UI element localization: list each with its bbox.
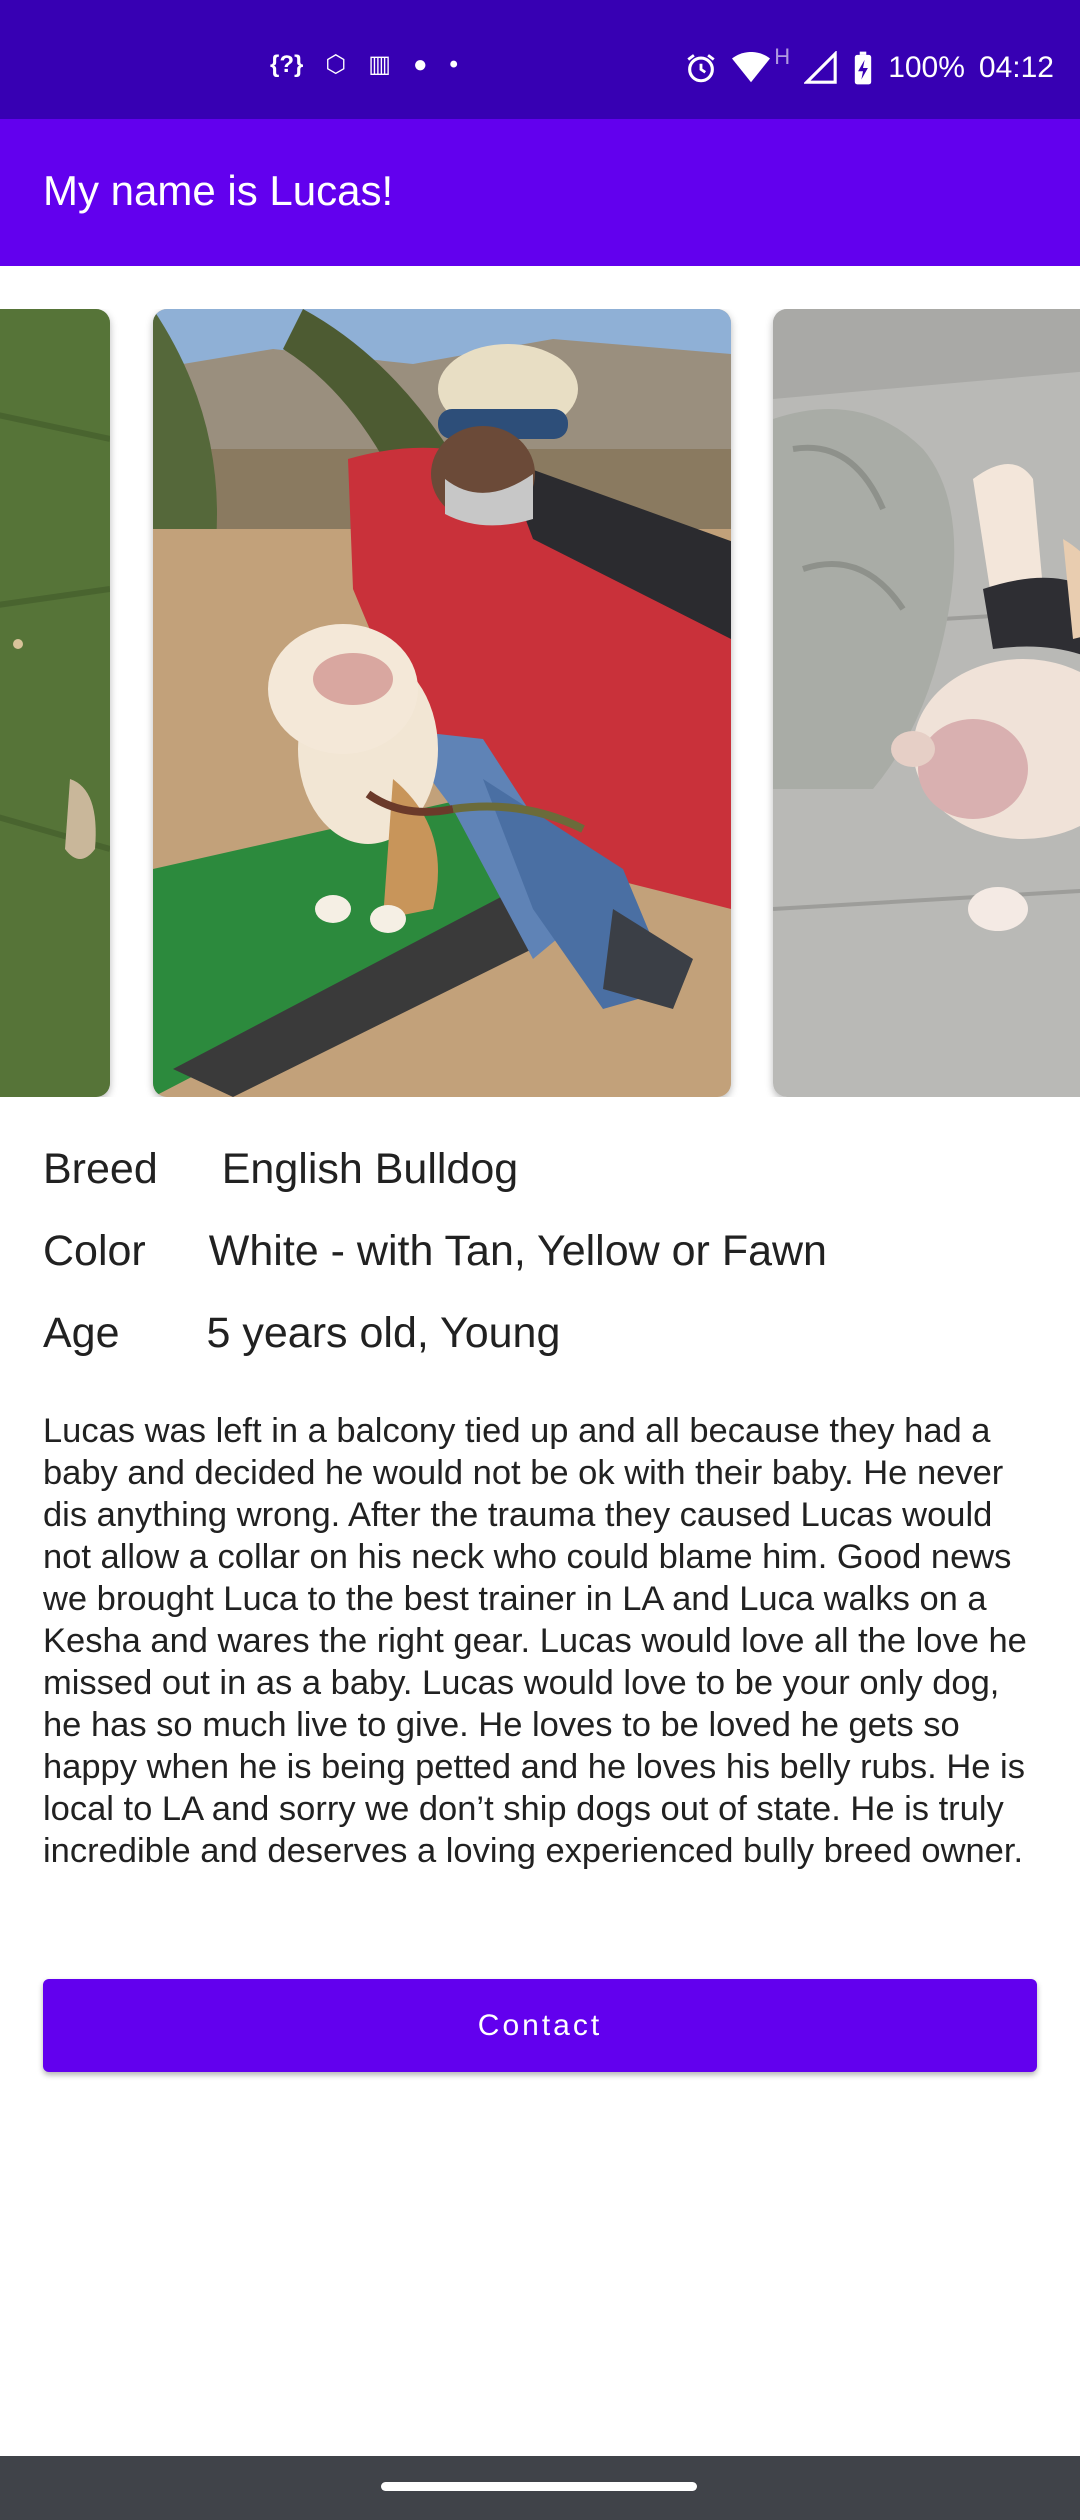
breed-label: Breed — [43, 1145, 158, 1193]
clock: 04:12 — [978, 51, 1054, 84]
man-with-bulldog-photo — [153, 309, 731, 1097]
pet-description: Lucas was left in a balcony tied up and … — [43, 1412, 1027, 1870]
system-icons: H 100% 04:12 — [684, 44, 1054, 86]
more-notifications-dot-icon: • — [449, 50, 458, 78]
bulldog-on-grass-photo — [0, 309, 110, 1097]
breed-value: English Bulldog — [221, 1145, 519, 1193]
home-gesture-handle[interactable] — [381, 2482, 697, 2491]
circle-app-icon: ● — [412, 50, 428, 78]
battery-percentage: 100% — [888, 51, 965, 84]
unknown-app-icon: {?} — [270, 50, 304, 78]
cell-signal-icon — [804, 51, 837, 84]
notification-icons: {?} ⬡ ▥ ● • — [270, 50, 458, 79]
wifi-icon — [732, 52, 771, 83]
carousel-image-next[interactable] — [773, 309, 1080, 1097]
age-value: 5 years old, Young — [206, 1309, 561, 1357]
carousel-image-current[interactable] — [153, 309, 731, 1097]
color-row: Color White - with Tan, Yellow or Fawn — [43, 1227, 827, 1276]
alarm-icon — [687, 54, 715, 83]
carousel-image-previous[interactable] — [0, 309, 110, 1097]
app-bar: My name is Lucas! — [0, 119, 1080, 266]
bulldog-on-blanket-photo — [773, 309, 1080, 1097]
age-label: Age — [43, 1309, 120, 1357]
color-value: White - with Tan, Yellow or Fawn — [208, 1227, 827, 1275]
board-app-icon: ▥ — [368, 51, 391, 78]
status-bar: {?} ⬡ ▥ ● • H 100% 04:12 — [0, 0, 1080, 119]
breed-row: Breed English Bulldog — [43, 1145, 518, 1194]
photo-carousel[interactable] — [0, 309, 1080, 1097]
age-row: Age 5 years old, Young — [43, 1309, 560, 1358]
page-title: My name is Lucas! — [43, 167, 394, 214]
color-label: Color — [43, 1227, 146, 1275]
battery-charging-icon — [855, 51, 872, 85]
hexagon-app-icon: ⬡ — [325, 51, 347, 78]
network-type-label: H — [774, 44, 791, 69]
contact-button[interactable]: Contact — [43, 1979, 1037, 2072]
